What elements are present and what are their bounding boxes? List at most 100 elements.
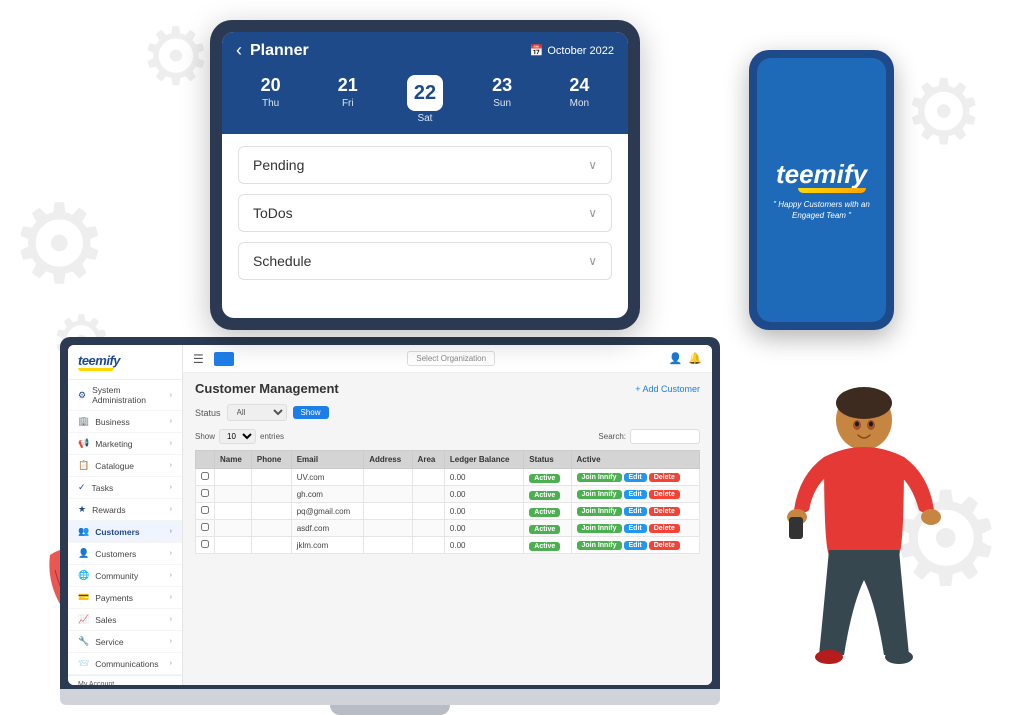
checkbox[interactable] xyxy=(201,506,209,514)
delete-button[interactable]: Delete xyxy=(649,541,680,550)
edit-button[interactable]: Edit xyxy=(624,507,647,516)
gear-icon-nav: ⚙ xyxy=(78,390,86,401)
status-badge: Active xyxy=(529,508,560,517)
sales-icon: 📈 xyxy=(78,614,89,625)
row-balance: 0.00 xyxy=(444,469,523,486)
accordion-pending[interactable]: Pending ∨ xyxy=(238,146,612,184)
status-filter-row: Status All Active Inactive Show xyxy=(195,404,700,421)
my-account-link[interactable]: My Account xyxy=(78,681,172,685)
customer-icon: 👤 xyxy=(78,548,89,559)
hamburger-icon[interactable]: ☰ xyxy=(193,352,204,366)
customers-table: Name Phone Email Address Area Ledger Bal… xyxy=(195,450,700,554)
add-customer-button[interactable]: + Add Customer xyxy=(635,384,700,394)
col-checkbox xyxy=(196,451,215,469)
org-select[interactable]: Select Organization xyxy=(407,351,495,366)
join-button[interactable]: Join Innify xyxy=(577,524,622,533)
sidebar-item-rewards[interactable]: ★ Rewards › xyxy=(68,499,182,521)
person-illustration xyxy=(724,365,944,685)
checkbox[interactable] xyxy=(201,489,209,497)
row-status: Active xyxy=(524,537,571,554)
status-select[interactable]: All Active Inactive xyxy=(227,404,287,421)
day-label-sun: Sun xyxy=(493,98,511,109)
sidebar-item-customers2[interactable]: 👤 Customers › xyxy=(68,543,182,565)
bell-icon[interactable]: 🔔 xyxy=(688,352,702,365)
accordion-todos-label: ToDos xyxy=(253,205,293,221)
col-address: Address xyxy=(364,451,412,469)
row-area xyxy=(412,469,444,486)
sidebar-item-communications[interactable]: 📨 Communications › xyxy=(68,653,182,675)
user-icon[interactable]: 👤 xyxy=(669,352,683,365)
row-checkbox xyxy=(196,520,215,537)
edit-button[interactable]: Edit xyxy=(624,490,647,499)
row-area xyxy=(412,537,444,554)
checkbox[interactable] xyxy=(201,540,209,548)
chevron-right-icon: › xyxy=(170,392,172,399)
row-address xyxy=(364,486,412,503)
join-button[interactable]: Join Innify xyxy=(577,473,622,482)
calendar-icon: 📅 xyxy=(530,44,544,57)
marketing-icon: 📢 xyxy=(78,438,89,449)
laptop-screen: teemify ⚙ System Administration › 🏢 Busi… xyxy=(68,345,712,685)
sidebar-item-marketing[interactable]: 📢 Marketing › xyxy=(68,433,182,455)
show-button[interactable]: Show xyxy=(293,406,329,419)
row-name xyxy=(215,486,252,503)
row-balance: 0.00 xyxy=(444,520,523,537)
join-button[interactable]: Join Innify xyxy=(577,507,622,516)
sidebar-item-sales[interactable]: 📈 Sales › xyxy=(68,609,182,631)
sidebar-item-service[interactable]: 🔧 Service › xyxy=(68,631,182,653)
checkbox[interactable] xyxy=(201,523,209,531)
calendar-day-fri[interactable]: 21 Fri xyxy=(326,75,370,124)
sidebar-item-business[interactable]: 🏢 Business › xyxy=(68,411,182,433)
row-actions: Join Innify Edit Delete xyxy=(571,503,700,520)
edit-button[interactable]: Edit xyxy=(624,541,647,550)
smartphone-logo-container: t eemif y xyxy=(776,159,867,193)
chevron-right-icon-5: › xyxy=(170,484,172,491)
row-actions: Join Innify Edit Delete xyxy=(571,537,700,554)
checkbox[interactable] xyxy=(201,472,209,480)
sidebar-label-communications: Communications xyxy=(95,659,158,669)
delete-button[interactable]: Delete xyxy=(649,524,680,533)
sidebar-item-tasks[interactable]: ✓ Tasks › xyxy=(68,477,182,499)
sidebar-item-catalogue[interactable]: 📋 Catalogue › xyxy=(68,455,182,477)
delete-button[interactable]: Delete xyxy=(649,507,680,516)
accordion-schedule[interactable]: Schedule ∨ xyxy=(238,242,612,280)
smartphone-device: t eemif y " Happy Customers with an Enga… xyxy=(749,50,894,330)
row-email: gh.com xyxy=(291,486,363,503)
laptop-bezel: teemify ⚙ System Administration › 🏢 Busi… xyxy=(60,337,720,689)
calendar-day-sat-active[interactable]: 22 Sat xyxy=(403,75,447,124)
chevron-right-icon-12: › xyxy=(170,638,172,645)
row-name xyxy=(215,503,252,520)
col-active: Active xyxy=(571,451,700,469)
table-header-row: Name Phone Email Address Area Ledger Bal… xyxy=(196,451,700,469)
laptop-device: teemify ⚙ System Administration › 🏢 Busi… xyxy=(60,337,720,715)
sidebar-item-community[interactable]: 🌐 Community › xyxy=(68,565,182,587)
accordion-todos[interactable]: ToDos ∨ xyxy=(238,194,612,232)
edit-button[interactable]: Edit xyxy=(624,473,647,482)
tasks-icon: ✓ xyxy=(78,482,86,493)
join-button[interactable]: Join Innify xyxy=(577,541,622,550)
row-phone xyxy=(251,486,291,503)
scene: ‹ Planner 📅 October 2022 20 Thu 21 Fri xyxy=(0,0,1024,715)
delete-button[interactable]: Delete xyxy=(649,490,680,499)
back-button[interactable]: ‹ xyxy=(236,40,242,61)
sidebar-item-system-admin[interactable]: ⚙ System Administration › xyxy=(68,380,182,411)
row-status: Active xyxy=(524,469,571,486)
edit-button[interactable]: Edit xyxy=(624,524,647,533)
sidebar-item-customers-active[interactable]: 👥 Customers › xyxy=(68,521,182,543)
accordion-schedule-label: Schedule xyxy=(253,253,311,269)
table-controls: Show 10 25 50 entries Search: xyxy=(195,429,700,444)
calendar-day-mon[interactable]: 24 Mon xyxy=(557,75,601,124)
calendar-day-sun[interactable]: 23 Sun xyxy=(480,75,524,124)
calendar-day-thu[interactable]: 20 Thu xyxy=(249,75,293,124)
sidebar-label-system-admin: System Administration xyxy=(92,385,164,405)
row-phone xyxy=(251,503,291,520)
join-button[interactable]: Join Innify xyxy=(577,490,622,499)
table-row: pq@gmail.com 0.00 Active Join Innify Edi… xyxy=(196,503,700,520)
sidebar-item-payments[interactable]: 💳 Payments › xyxy=(68,587,182,609)
delete-button[interactable]: Delete xyxy=(649,473,680,482)
row-checkbox xyxy=(196,503,215,520)
search-input[interactable] xyxy=(630,429,700,444)
entries-select[interactable]: 10 25 50 xyxy=(219,429,256,444)
catalogue-icon: 📋 xyxy=(78,460,89,471)
smartphone-logo-row: t eemif y xyxy=(776,159,867,190)
